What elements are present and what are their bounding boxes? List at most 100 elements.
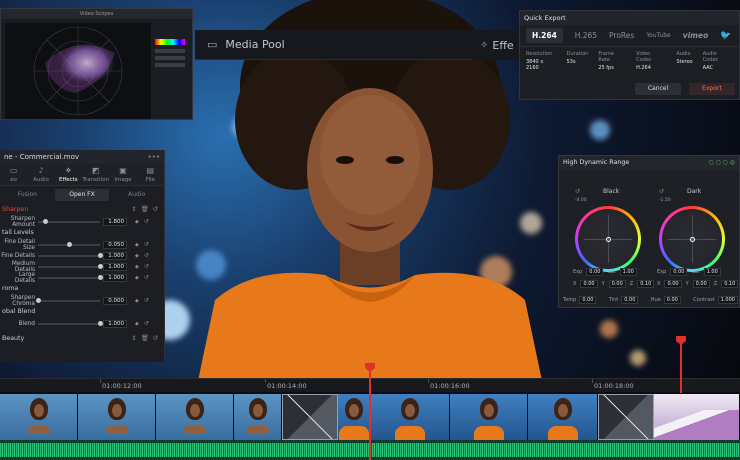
keyframe-icon[interactable]: ◆ xyxy=(135,219,139,225)
playhead[interactable] xyxy=(369,370,371,460)
effects-subtabs: Fusion Open FX Audio xyxy=(0,189,164,201)
color-wheel-black[interactable] xyxy=(575,206,641,272)
wheel-dark-ev: -1.50 xyxy=(659,198,671,203)
large-details-slider[interactable] xyxy=(38,274,103,280)
subtab-fusion[interactable]: Fusion xyxy=(0,189,55,201)
reset-icon[interactable]: ↺ xyxy=(144,252,149,259)
more-options-icon[interactable]: ••• xyxy=(148,153,160,161)
param-medium-details: Medium Details 1.000 ◆ ↺ xyxy=(11,260,149,273)
video-clip[interactable] xyxy=(338,394,370,440)
reset-icon[interactable]: ↺ xyxy=(153,206,158,213)
sharpen-chroma-value[interactable]: 0.000 xyxy=(103,296,127,305)
export-button[interactable]: Export xyxy=(689,83,735,95)
video-clip[interactable] xyxy=(370,394,450,440)
param-fine-detail-size: Fine Detail Size 0.050 ◆ ↺ xyxy=(4,238,149,251)
video-clip[interactable] xyxy=(234,394,282,440)
subtab-audio[interactable]: Audio xyxy=(109,189,164,201)
keyframe-icon[interactable]: ◆ xyxy=(135,264,139,270)
keyframe-icon[interactable]: ◆ xyxy=(135,275,139,281)
reset-icon[interactable]: ↺ xyxy=(144,241,149,248)
fine-details-value[interactable]: 1.000 xyxy=(103,251,127,260)
keyframe-icon[interactable]: ◆ xyxy=(135,253,139,259)
video-clip[interactable] xyxy=(528,394,598,440)
keyframe-icon[interactable]: ◆ xyxy=(135,298,139,304)
large-details-value[interactable]: 1.000 xyxy=(103,273,127,282)
video-clip[interactable] xyxy=(450,394,528,440)
video-clip[interactable] xyxy=(0,394,78,440)
effects-wand-icon[interactable]: ✧ xyxy=(480,40,488,51)
reset-icon[interactable]: ↺ xyxy=(144,320,149,327)
inspector-tabs: ▭ eo ♪ Audio ✧ Effects ◩ Transition ▣ Image ▤… xyxy=(0,164,164,186)
color-wheel-dark[interactable] xyxy=(659,206,725,272)
cancel-button[interactable]: Cancel xyxy=(635,83,681,95)
param-fine-details: Fine Details 1.000 ◆ ↺ xyxy=(1,251,149,260)
twitter-icon[interactable]: 🐦 xyxy=(720,31,731,41)
reorder-icon[interactable]: ⇕ xyxy=(131,335,136,342)
reset-icon[interactable]: ↺ xyxy=(153,335,158,342)
delete-icon[interactable]: 🗑 xyxy=(141,335,149,342)
format-youtube[interactable]: YouTube xyxy=(646,32,670,39)
section-beauty[interactable]: Beauty ⇕ 🗑 ↺ xyxy=(0,333,164,345)
slider-knob[interactable] xyxy=(97,263,103,269)
tab-image[interactable]: ▣ Image xyxy=(109,164,136,185)
keyframe-icon[interactable]: ◆ xyxy=(135,242,139,248)
tab-effects[interactable]: ✧ Effects xyxy=(55,164,82,185)
marker-playhead[interactable] xyxy=(680,343,682,393)
wheel-dark-label: Dark xyxy=(687,188,702,195)
slider-knob[interactable] xyxy=(97,320,103,326)
section-global-blend[interactable]: obal Blend xyxy=(0,306,164,318)
section-detail-levels[interactable]: tail Levels xyxy=(0,227,164,239)
sharpen-chroma-slider[interactable] xyxy=(35,297,100,303)
reset-icon[interactable]: ↺ xyxy=(144,218,149,225)
wheel-black-reset-icon[interactable]: ↺ xyxy=(575,188,580,195)
media-pool-button[interactable]: Media Pool xyxy=(225,38,284,51)
blend-slider[interactable] xyxy=(38,320,103,326)
param-blend: Blend 1.000 ◆ ↺ xyxy=(18,319,149,328)
fine-detail-size-value[interactable]: 0.050 xyxy=(103,240,127,249)
hdr-indicator-icons[interactable]: ○ ○ ○ ◎ xyxy=(708,159,735,166)
video-scope-panel: Video Scopes xyxy=(0,8,193,120)
transition-clip[interactable] xyxy=(282,394,338,440)
reset-icon[interactable]: ↺ xyxy=(144,263,149,270)
medium-details-value[interactable]: 1.000 xyxy=(103,262,127,271)
fine-details-slider[interactable] xyxy=(38,252,103,258)
delete-icon[interactable]: 🗑 xyxy=(141,206,149,213)
tab-audio[interactable]: ♪ Audio xyxy=(27,164,54,185)
reset-icon[interactable]: ↺ xyxy=(144,297,149,304)
subtab-open-fx[interactable]: Open FX xyxy=(54,189,110,201)
wheel-center-handle[interactable] xyxy=(689,236,695,242)
format-vimeo[interactable]: vimeo xyxy=(683,31,709,40)
slider-knob[interactable] xyxy=(42,218,48,224)
slider-knob[interactable] xyxy=(97,252,103,258)
reset-icon[interactable]: ↺ xyxy=(144,274,149,281)
sharpen-amount-value[interactable]: 1.800 xyxy=(103,217,127,226)
slider-knob[interactable] xyxy=(35,297,41,303)
transition-clip[interactable] xyxy=(598,394,654,440)
keyframe-icon[interactable]: ◆ xyxy=(135,321,139,327)
format-h264[interactable]: H.264 xyxy=(526,28,563,43)
reorder-icon[interactable]: ⇕ xyxy=(131,206,136,213)
tab-transition[interactable]: ◩ Transition xyxy=(82,164,109,185)
slider-knob[interactable] xyxy=(97,274,103,280)
wheel-black-xyz: X 0.00 Y 0.00 Z 0.10 xyxy=(573,280,655,288)
wheel-center-handle[interactable] xyxy=(605,236,611,242)
fine-detail-size-slider[interactable] xyxy=(38,241,100,247)
sharpen-amount-slider[interactable] xyxy=(38,218,100,224)
slider-knob[interactable] xyxy=(66,241,72,247)
inspector-header: ne - Commercial.mov ••• xyxy=(0,150,164,164)
format-prores[interactable]: ProRes xyxy=(609,31,634,40)
format-h265[interactable]: H.265 xyxy=(575,31,597,40)
blend-value[interactable]: 1.000 xyxy=(103,319,127,328)
video-clip[interactable] xyxy=(654,394,740,440)
timecode-label: 01:00:16:00 xyxy=(430,382,470,390)
video-clip[interactable] xyxy=(156,394,234,440)
medium-details-slider[interactable] xyxy=(38,263,103,269)
tab-video[interactable]: ▭ eo xyxy=(0,164,27,185)
media-pool-icon[interactable]: ▭ xyxy=(207,38,217,51)
section-chroma[interactable]: roma xyxy=(0,283,164,295)
video-clip[interactable] xyxy=(78,394,156,440)
tab-file[interactable]: ▤ File xyxy=(137,164,164,185)
effects-button[interactable]: Effe xyxy=(492,39,513,52)
wheel-dark-reset-icon[interactable]: ↺ xyxy=(659,188,664,195)
section-sharpen[interactable]: Sharpen ⇕ 🗑 ↺ xyxy=(0,204,164,216)
